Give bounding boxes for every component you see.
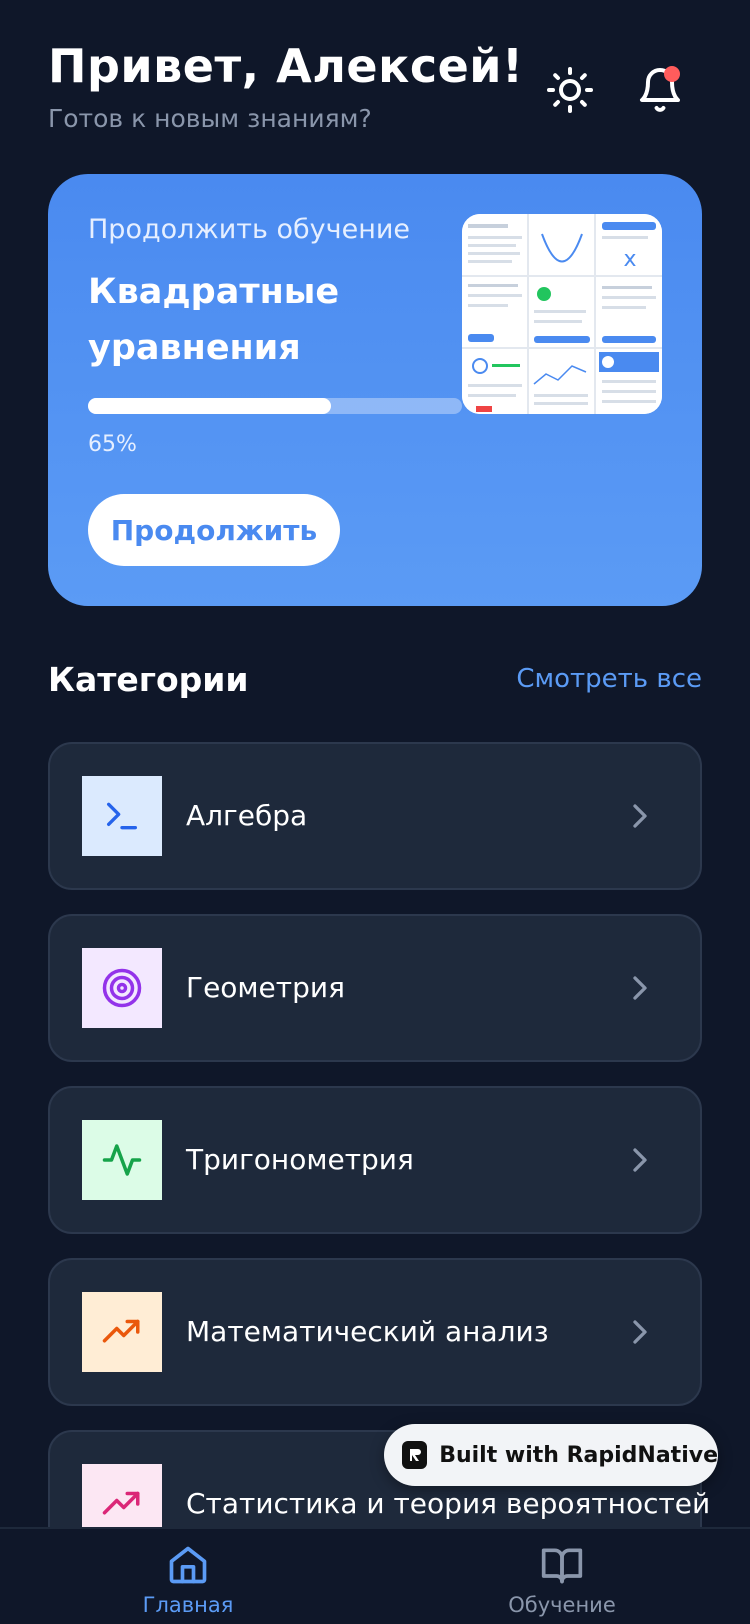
category-item-algebra[interactable]: Алгебра	[48, 742, 702, 890]
category-item-trigonometry[interactable]: Тригонометрия	[48, 1086, 702, 1234]
chevron-right-icon	[633, 1320, 647, 1344]
continue-button[interactable]: Продолжить	[88, 494, 340, 566]
category-label: Тригонометрия	[186, 1143, 414, 1176]
nav-item-home[interactable]: Главная	[88, 1543, 288, 1624]
home-screen: Привет, Алексей! Готов к новым знаниям?	[0, 0, 750, 1624]
target-icon	[102, 968, 142, 1008]
nav-label: Обучение	[508, 1593, 616, 1617]
theme-toggle-button[interactable]	[540, 60, 600, 120]
built-with-badge[interactable]: Built with RapidNative	[384, 1424, 718, 1486]
course-preview-image: x	[462, 214, 662, 414]
trending-up-icon	[102, 1491, 140, 1515]
notifications-button[interactable]	[630, 60, 690, 120]
bottom-nav: Главная Обучение	[0, 1527, 750, 1624]
category-icon-box	[82, 948, 162, 1028]
category-icon-box	[82, 776, 162, 856]
progress-bar	[88, 398, 462, 414]
category-item-calculus[interactable]: Математический анализ	[48, 1258, 702, 1406]
rapidnative-logo-icon	[402, 1441, 428, 1469]
activity-icon	[102, 1144, 142, 1176]
greeting-subtitle: Готов к новым знаниям?	[48, 104, 372, 133]
category-icon-box	[82, 1120, 162, 1200]
chevron-right-icon	[633, 1148, 647, 1172]
sun-icon	[547, 67, 593, 113]
category-label: Геометрия	[186, 971, 345, 1004]
course-title: Квадратные уравнения	[88, 272, 340, 368]
greeting-title: Привет, Алексей!	[48, 39, 524, 93]
terminal-icon	[107, 802, 137, 830]
book-open-icon	[541, 1548, 583, 1584]
category-label: Алгебра	[186, 799, 308, 832]
category-item-geometry[interactable]: Геометрия	[48, 914, 702, 1062]
category-label: Математический анализ	[186, 1315, 549, 1348]
notification-dot	[664, 66, 680, 82]
progress-percent: 65%	[88, 432, 137, 457]
categories-header: Категории Смотреть все	[48, 660, 702, 704]
svg-text:x: x	[623, 247, 636, 272]
category-icon-box	[82, 1292, 162, 1372]
trending-up-icon	[102, 1319, 140, 1343]
home-icon	[169, 1546, 207, 1584]
nav-item-learning[interactable]: Обучение	[462, 1543, 662, 1624]
badge-text: Built with RapidNative	[439, 1442, 718, 1468]
nav-label: Главная	[142, 1593, 234, 1617]
progress-fill	[88, 398, 332, 414]
continue-learning-card[interactable]: Продолжить обучение Квадратные уравнения…	[48, 174, 702, 606]
see-all-link[interactable]: Смотреть все	[516, 664, 702, 694]
header: Привет, Алексей! Готов к новым знаниям?	[48, 36, 702, 146]
chevron-right-icon	[633, 976, 647, 1000]
categories-title: Категории	[48, 660, 249, 699]
chevron-right-icon	[633, 804, 647, 828]
continue-label: Продолжить обучение	[88, 214, 411, 245]
